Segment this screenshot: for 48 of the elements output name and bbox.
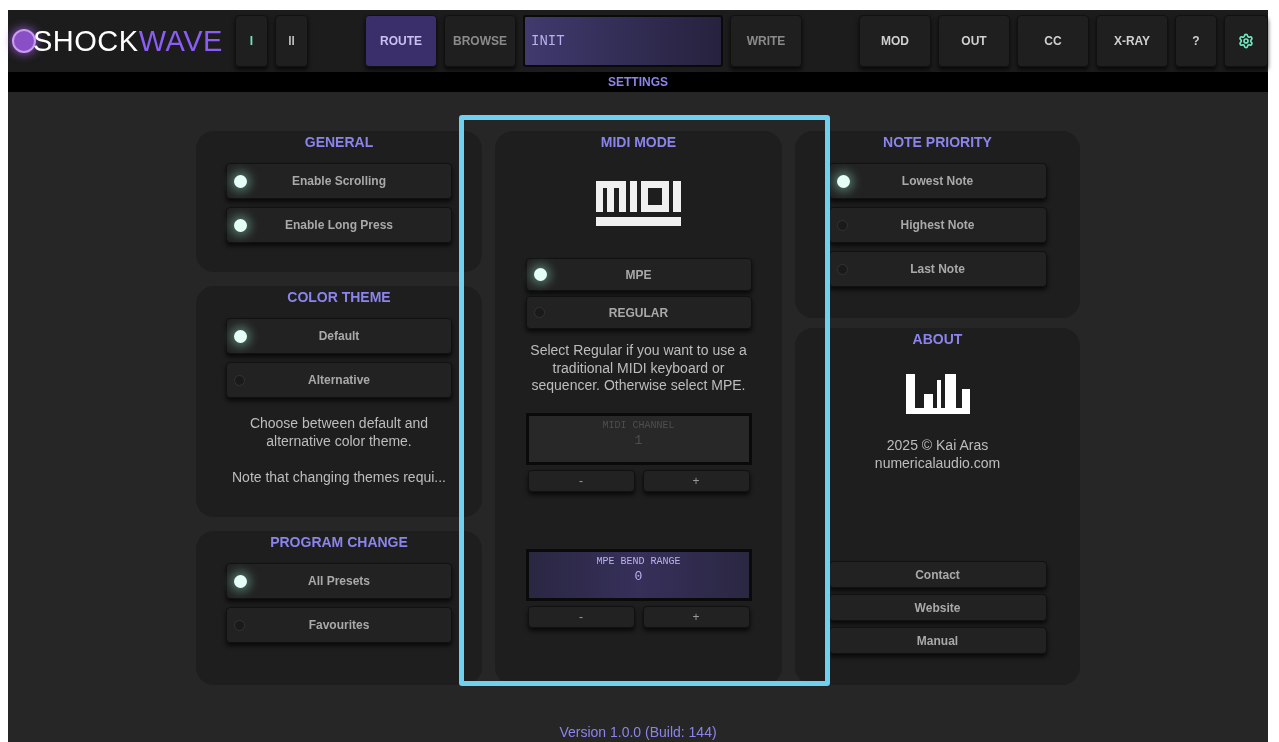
option-button[interactable]: Favourites: [226, 607, 452, 643]
option-button[interactable]: Last Note: [828, 251, 1047, 287]
toolbar-button[interactable]: CC: [1017, 15, 1089, 67]
toolbar-button[interactable]: MOD: [859, 15, 931, 67]
display-label: MPE BEND RANGE: [596, 554, 681, 569]
app-logo: SHOCKWAVE: [33, 26, 223, 56]
settings-icon: [1238, 33, 1254, 49]
link-button[interactable]: Website: [828, 594, 1047, 621]
display-value: 0: [634, 568, 643, 584]
transport-button[interactable]: I: [235, 15, 268, 67]
preset-display[interactable]: INIT: [523, 15, 723, 67]
toolbar-button[interactable]: X-RAY: [1096, 15, 1168, 67]
toolbar-button[interactable]: OUT: [938, 15, 1010, 67]
section-title: MIDI MODE: [600, 133, 677, 151]
settings-button[interactable]: [1224, 15, 1268, 67]
option-button[interactable]: Lowest Note: [828, 163, 1047, 199]
section-title: PROGRAM CHANGE: [270, 533, 408, 551]
section-title: GENERAL: [304, 133, 374, 151]
option-button[interactable]: Enable Scrolling: [226, 163, 452, 199]
link-button[interactable]: Manual: [828, 627, 1047, 654]
option-button[interactable]: Enable Long Press: [226, 207, 452, 243]
website-text: numericalaudio.com: [874, 454, 1001, 472]
version-text: Version 1.0.0 (Build: 144): [559, 724, 717, 740]
step-button[interactable]: -: [527, 469, 635, 492]
midi-description: Select Regular if you want to use a traditional MIDI keyboard or sequencer. Otherwise select MPE.: [529, 342, 748, 395]
section-title: NOTE PRIORITY: [883, 133, 992, 151]
step-button[interactable]: +: [642, 605, 750, 628]
midi-logo-icon: [596, 181, 681, 226]
page-title-bar: SETTINGS: [8, 72, 1268, 92]
option-button[interactable]: MPE: [525, 258, 752, 291]
option-button[interactable]: All Presets: [226, 563, 452, 599]
section-title: ABOUT: [912, 330, 963, 348]
toolbar-button[interactable]: ROUTE: [365, 15, 437, 67]
section-title: COLOR THEME: [287, 288, 391, 306]
step-button[interactable]: +: [642, 469, 750, 492]
option-button[interactable]: Default: [226, 318, 452, 354]
theme-description: Choose between default and alternative color theme.: [248, 414, 430, 450]
link-button[interactable]: Contact: [828, 561, 1047, 588]
step-button[interactable]: -: [527, 605, 635, 628]
company-logo-icon: [905, 374, 970, 414]
transport-button[interactable]: II: [275, 15, 308, 67]
toolbar-button[interactable]: ?: [1175, 15, 1217, 67]
option-button[interactable]: Highest Note: [828, 207, 1047, 243]
logo-icon: [12, 29, 36, 53]
copyright-text: 2025 © Kai Aras: [886, 436, 989, 454]
option-button[interactable]: Alternative: [226, 362, 452, 398]
theme-note: Note that changing themes requi...: [232, 468, 446, 486]
option-button[interactable]: REGULAR: [525, 296, 752, 329]
